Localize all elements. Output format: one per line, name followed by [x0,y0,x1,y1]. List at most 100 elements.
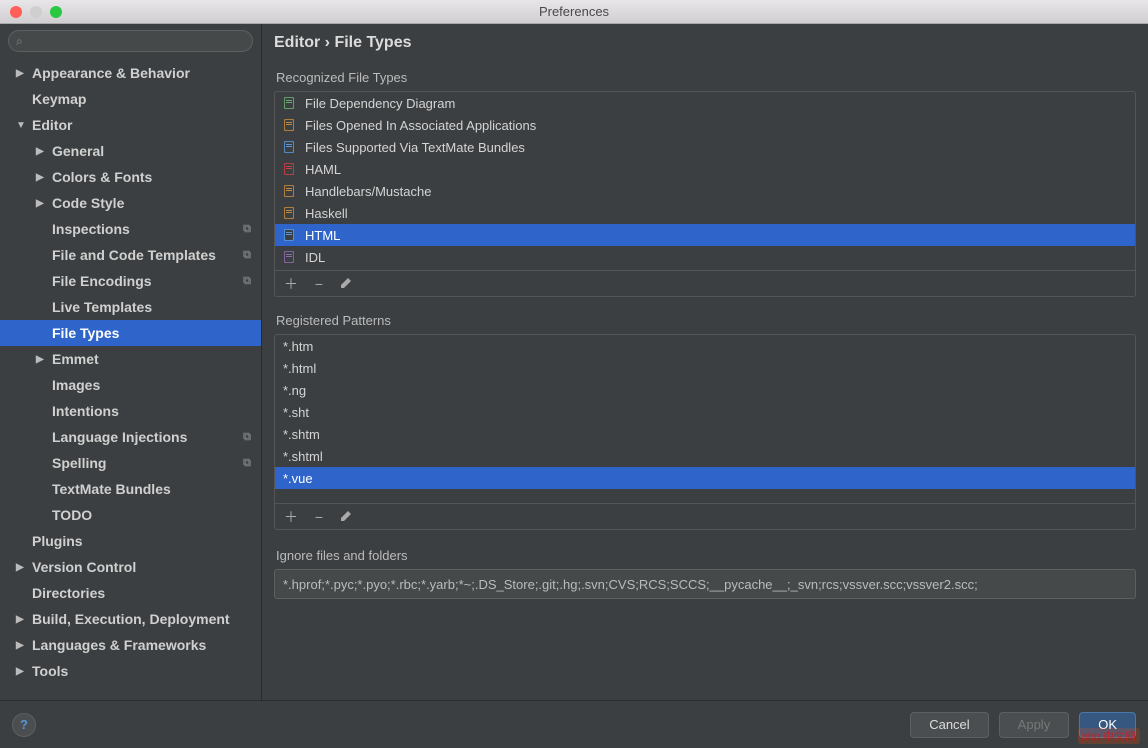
ignore-files-label: Ignore files and folders [274,544,1136,569]
file-type-row[interactable]: IDL [275,246,1135,268]
close-window-button[interactable] [10,6,22,18]
file-type-icon [281,227,297,243]
sidebar-item-file-and-code-templates[interactable]: File and Code Templates⧉ [0,242,261,268]
pattern-row[interactable]: *.sht [275,401,1135,423]
sidebar-item-label: Emmet [52,351,99,367]
file-types-scroll[interactable]: File Dependency Diagram Files Opened In A… [275,92,1135,270]
registered-patterns-list: *.htm *.html*.ng *.sht *.shtm*.shtml *.vue ＋… [274,334,1136,530]
file-types-toolbar: ＋ − [275,270,1135,296]
pattern-row[interactable]: *.shtml [275,445,1135,467]
zoom-window-button[interactable] [50,6,62,18]
file-type-label: HAML [305,162,341,177]
file-type-label: File Dependency Diagram [305,96,455,111]
pattern-row[interactable]: *.shtm [275,423,1135,445]
sidebar-item-spelling[interactable]: Spelling ⧉ [0,450,261,476]
minimize-window-button[interactable] [30,6,42,18]
expand-arrow-icon: ▶ [16,562,26,573]
file-type-icon [281,249,297,265]
add-pattern-button[interactable]: ＋ [283,507,299,527]
sidebar-item-keymap[interactable]: Keymap [0,86,261,112]
expand-arrow-icon: ▶ [16,614,26,625]
footer: ? Cancel Apply OK [0,700,1148,748]
file-type-row[interactable]: Files Opened In Associated Applications [275,114,1135,136]
sidebar-item-code-style[interactable]: ▶Code Style [0,190,261,216]
pattern-row[interactable]: *.html [275,357,1135,379]
pattern-label: *.sht [283,405,309,420]
sidebar-item-todo[interactable]: TODO [0,502,261,528]
edit-file-type-button[interactable] [339,274,355,293]
sidebar-item-plugins[interactable]: Plugins [0,528,261,554]
settings-tree: ▶Appearance & BehaviorKeymap▼Editor▶Gene… [0,58,261,700]
sidebar-item-general[interactable]: ▶General [0,138,261,164]
file-type-label: Handlebars/Mustache [305,184,431,199]
pattern-row[interactable]: *.htm [275,335,1135,357]
sidebar-item-file-types[interactable]: File Types [0,320,261,346]
sidebar-item-label: Build, Execution, Deployment [32,611,230,627]
main-panel: Editor › File Types Recognized File Type… [262,24,1148,700]
remove-pattern-button[interactable]: − [311,509,327,525]
sidebar-item-label: Language Injections [52,429,187,445]
ignore-section: Ignore files and folders [274,544,1136,599]
per-project-icon: ⧉ [243,223,251,236]
sidebar-item-label: Keymap [32,91,86,107]
sidebar-item-appearance-behavior[interactable]: ▶Appearance & Behavior [0,60,261,86]
sidebar-item-label: General [52,143,104,159]
sidebar-item-images[interactable]: Images [0,372,261,398]
sidebar-item-label: Images [52,377,100,393]
file-type-row[interactable]: File Dependency Diagram [275,92,1135,114]
recognized-file-types-label: Recognized File Types [274,66,1136,91]
per-project-icon: ⧉ [243,457,251,470]
sidebar-item-file-encodings[interactable]: File Encodings⧉ [0,268,261,294]
content-area: ⌕ ▶Appearance & BehaviorKeymap▼Editor▶Ge… [0,24,1148,700]
sidebar-item-editor[interactable]: ▼Editor [0,112,261,138]
pattern-label: *.vue [283,471,313,486]
traffic-lights [0,6,62,18]
sidebar-item-textmate-bundles[interactable]: TextMate Bundles [0,476,261,502]
help-button[interactable]: ? [12,713,36,737]
sidebar-item-language-injections[interactable]: Language Injections⧉ [0,424,261,450]
file-type-row[interactable]: Files Supported Via TextMate Bundles [275,136,1135,158]
pattern-row[interactable]: *.vue [275,467,1135,489]
pattern-row[interactable]: *.ng [275,379,1135,401]
window-title: Preferences [0,4,1148,19]
sidebar-item-label: Live Templates [52,299,152,315]
edit-pattern-button[interactable] [339,507,355,526]
sidebar-item-label: TODO [52,507,92,523]
file-type-row[interactable]: Handlebars/Mustache [275,180,1135,202]
sidebar-item-label: Intentions [52,403,119,419]
add-file-type-button[interactable]: ＋ [283,274,299,294]
sidebar-item-label: File Encodings [52,273,152,289]
ignore-files-input[interactable] [274,569,1136,599]
file-type-label: Files Supported Via TextMate Bundles [305,140,525,155]
file-type-label: IDL [305,250,325,265]
sidebar-item-label: Languages & Frameworks [32,637,206,653]
search-input[interactable] [8,30,253,52]
sidebar-item-directories[interactable]: Directories [0,580,261,606]
sidebar-item-label: File and Code Templates [52,247,216,263]
patterns-scroll[interactable]: *.htm *.html*.ng *.sht *.shtm*.shtml *.vue [275,335,1135,503]
sidebar-item-label: Spelling [52,455,106,471]
sidebar-item-intentions[interactable]: Intentions [0,398,261,424]
sidebar-item-languages-frameworks[interactable]: ▶Languages & Frameworks [0,632,261,658]
file-type-row[interactable]: Haskell [275,202,1135,224]
sidebar-item-live-templates[interactable]: Live Templates [0,294,261,320]
titlebar: Preferences [0,0,1148,24]
breadcrumb: Editor › File Types [274,34,1136,66]
sidebar-item-tools[interactable]: ▶Tools [0,658,261,684]
sidebar-item-inspections[interactable]: Inspections⧉ [0,216,261,242]
file-type-row[interactable]: HAML [275,158,1135,180]
sidebar-item-colors-fonts[interactable]: ▶Colors & Fonts [0,164,261,190]
sidebar-item-version-control[interactable]: ▶ Version Control [0,554,261,580]
remove-file-type-button[interactable]: − [311,276,327,292]
cancel-button[interactable]: Cancel [910,712,988,738]
file-type-row[interactable]: HTML [275,224,1135,246]
apply-button[interactable]: Apply [999,712,1070,738]
sidebar-item-emmet[interactable]: ▶Emmet [0,346,261,372]
sidebar-item-label: Version Control [32,559,136,575]
file-type-label: Haskell [305,206,348,221]
pattern-label: *.htm [283,339,313,354]
expand-arrow-icon: ▶ [36,172,46,183]
sidebar-item-build-execution-deployment[interactable]: ▶ Build, Execution, Deployment [0,606,261,632]
sidebar-item-label: Code Style [52,195,124,211]
file-type-icon [281,183,297,199]
